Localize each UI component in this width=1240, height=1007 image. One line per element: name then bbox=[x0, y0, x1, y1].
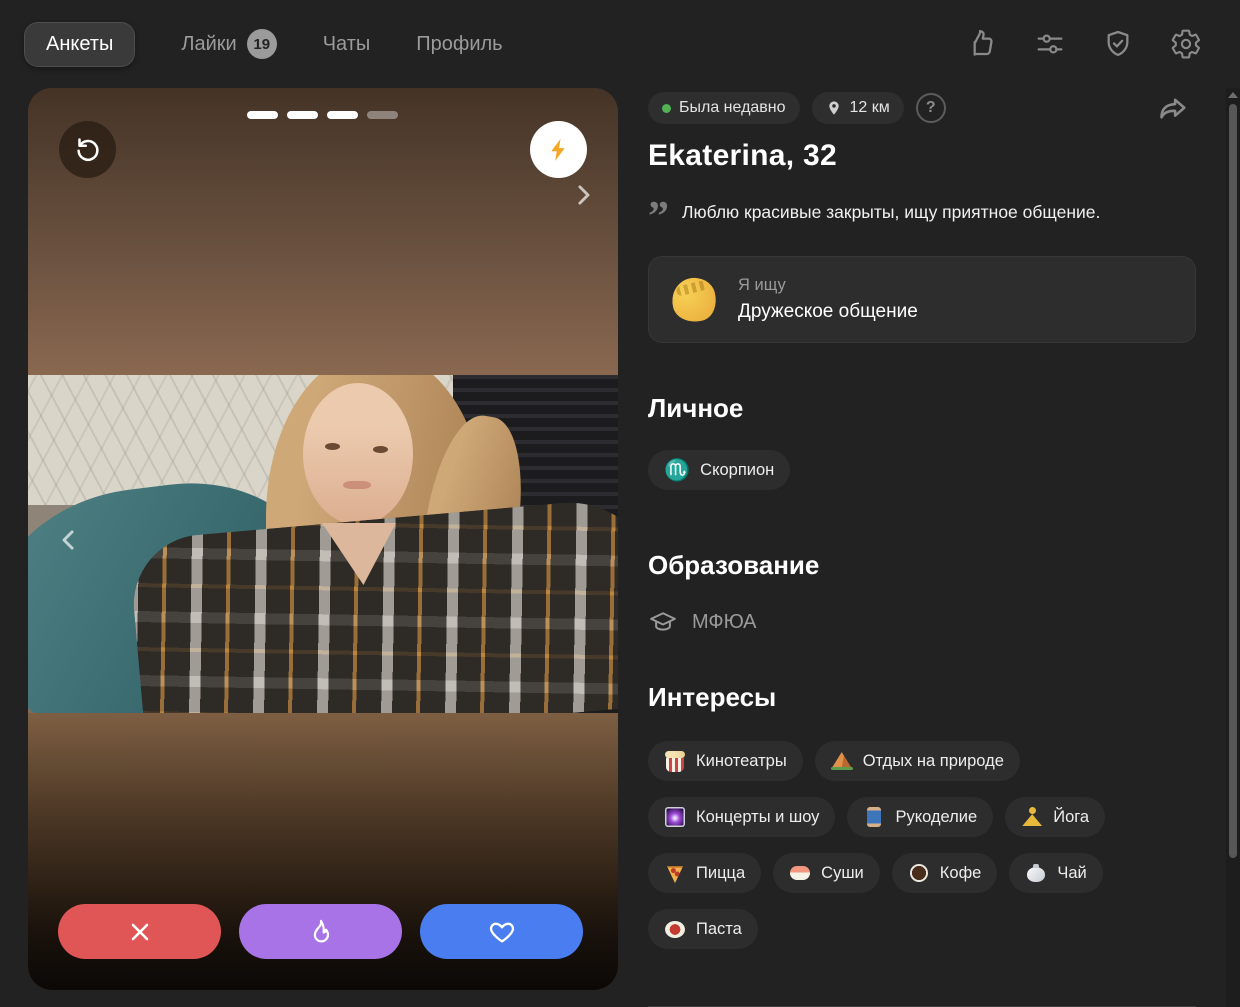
zodiac-chip[interactable]: ♏ Скорпион bbox=[648, 450, 791, 491]
boost-lightning-button[interactable] bbox=[530, 121, 587, 178]
photo-blur-top bbox=[28, 88, 618, 375]
interest-emoji-icon bbox=[664, 806, 686, 828]
close-x-icon bbox=[131, 923, 148, 940]
looking-for-card[interactable]: Я ищу Дружеское общение bbox=[648, 256, 1196, 344]
share-icon[interactable] bbox=[1156, 92, 1190, 126]
help-question-icon[interactable]: ? bbox=[915, 93, 946, 123]
superlike-button[interactable] bbox=[239, 904, 402, 959]
nav-icon-group bbox=[964, 26, 1204, 62]
bio-quote: ” Люблю красивые закрыты, ищу приятное о… bbox=[648, 194, 1196, 240]
filters-sliders-icon[interactable] bbox=[1032, 26, 1068, 62]
looking-for-value: Дружеское общение bbox=[738, 301, 918, 323]
photo-progress-dot bbox=[247, 111, 278, 119]
profile-photo bbox=[28, 375, 618, 713]
interest-chip[interactable]: Концерты и шоу bbox=[648, 797, 836, 838]
interest-chip[interactable]: Кинотеатры bbox=[648, 741, 803, 782]
photo-progress-dot bbox=[367, 111, 398, 119]
photo-prev-chevron[interactable] bbox=[54, 525, 84, 555]
interests-chip-list: Кинотеатры Отдых на природе Концерты и ш… bbox=[648, 741, 1196, 950]
last-seen-label: Была недавно bbox=[679, 99, 786, 116]
tab-anketa[interactable]: Анкеты bbox=[24, 21, 136, 67]
tab-likes-label: Лайки bbox=[181, 32, 237, 55]
interest-emoji-icon bbox=[863, 806, 885, 828]
interest-chip[interactable]: Суши bbox=[773, 853, 880, 894]
interest-emoji-icon bbox=[1025, 862, 1047, 884]
interest-emoji-icon bbox=[664, 918, 686, 940]
settings-gear-icon[interactable] bbox=[1168, 26, 1204, 62]
interest-emoji-icon bbox=[830, 750, 853, 772]
likes-count-badge: 19 bbox=[246, 29, 277, 59]
section-title-personal: Личное bbox=[648, 393, 744, 424]
interest-chip[interactable]: Чай bbox=[1009, 853, 1103, 894]
interest-emoji-icon bbox=[789, 862, 811, 884]
interest-chip-label: Концерты и шоу bbox=[696, 807, 820, 826]
interest-chip-label: Кинотеатры bbox=[696, 751, 787, 770]
interest-chip-label: Суши bbox=[821, 863, 864, 882]
interest-chip-label: Йога bbox=[1053, 807, 1090, 826]
education-value: МФЮА bbox=[692, 610, 757, 633]
status-row: Была недавно 12 км ? bbox=[648, 92, 1196, 124]
photo-person-face bbox=[303, 383, 413, 525]
profile-details-panel: Была недавно 12 км ? Ekaterina, 32 ” Люб… bbox=[648, 92, 1196, 1007]
top-nav: Анкеты Лайки 19 Чаты Профиль bbox=[0, 0, 1240, 88]
waving-hand-emoji bbox=[667, 272, 721, 327]
looking-for-label: Я ищу bbox=[738, 276, 786, 295]
bio-quote-text: Люблю красивые закрыты, ищу приятное общ… bbox=[682, 202, 1101, 222]
education-row: МФЮА bbox=[648, 607, 1196, 637]
thumbs-up-icon[interactable] bbox=[964, 26, 1000, 62]
swipe-actions-bar bbox=[58, 904, 583, 959]
section-title-education: Образование bbox=[648, 550, 820, 581]
profile-photo-card bbox=[28, 88, 618, 990]
interest-chip-label: Чай bbox=[1057, 863, 1087, 882]
section-title-interests: Интересы bbox=[648, 682, 777, 713]
tab-likes[interactable]: Лайки 19 bbox=[181, 29, 277, 59]
photo-progress-bar bbox=[247, 111, 398, 119]
scorpio-icon: ♏ bbox=[664, 458, 691, 482]
graduation-cap-icon bbox=[650, 612, 676, 631]
photo-progress-dot bbox=[327, 111, 358, 119]
scrollbar-track[interactable] bbox=[1226, 88, 1240, 1007]
distance-badge: 12 км bbox=[811, 92, 904, 124]
flame-icon bbox=[313, 919, 329, 942]
photo-progress-dot bbox=[287, 111, 318, 119]
rewind-button[interactable] bbox=[59, 121, 116, 178]
dislike-button[interactable] bbox=[58, 904, 221, 959]
like-button[interactable] bbox=[420, 904, 583, 959]
last-seen-badge: Была недавно bbox=[648, 92, 800, 124]
interest-emoji-icon bbox=[1021, 806, 1043, 828]
interest-chip-label: Отдых на природе bbox=[862, 751, 1004, 770]
heart-icon bbox=[489, 922, 514, 942]
scrollbar-thumb[interactable] bbox=[1229, 104, 1237, 858]
interest-chip[interactable]: Кофе bbox=[891, 853, 998, 894]
interest-emoji-icon bbox=[664, 862, 686, 884]
tab-profile[interactable]: Профиль bbox=[416, 33, 502, 56]
location-pin-icon bbox=[828, 101, 839, 115]
tab-chats[interactable]: Чаты bbox=[323, 33, 371, 56]
interest-emoji-icon bbox=[664, 750, 686, 773]
online-status-dot bbox=[662, 103, 671, 113]
interest-chip[interactable]: Рукоделие bbox=[847, 797, 994, 838]
interest-chip-label: Рукоделие bbox=[895, 807, 978, 826]
scrollbar-up-arrow[interactable] bbox=[1228, 92, 1238, 98]
photo-next-chevron[interactable] bbox=[568, 180, 618, 210]
interest-chip[interactable]: Йога bbox=[1005, 797, 1106, 838]
distance-label: 12 км bbox=[849, 99, 890, 116]
quote-icon: ” bbox=[648, 194, 669, 240]
profile-name-age: Ekaterina, 32 bbox=[648, 139, 838, 172]
shield-check-icon[interactable] bbox=[1100, 26, 1136, 62]
interest-chip-label: Кофе bbox=[939, 863, 982, 882]
interest-emoji-icon bbox=[908, 862, 930, 884]
interest-chip-label: Пицца bbox=[696, 863, 746, 882]
interest-chip[interactable]: Пицца bbox=[648, 853, 762, 894]
interest-chip[interactable]: Отдых на природе bbox=[814, 741, 1020, 782]
zodiac-label: Скорпион bbox=[700, 460, 775, 479]
interest-chip[interactable]: Паста bbox=[648, 909, 758, 950]
interest-chip-label: Паста bbox=[696, 919, 742, 938]
